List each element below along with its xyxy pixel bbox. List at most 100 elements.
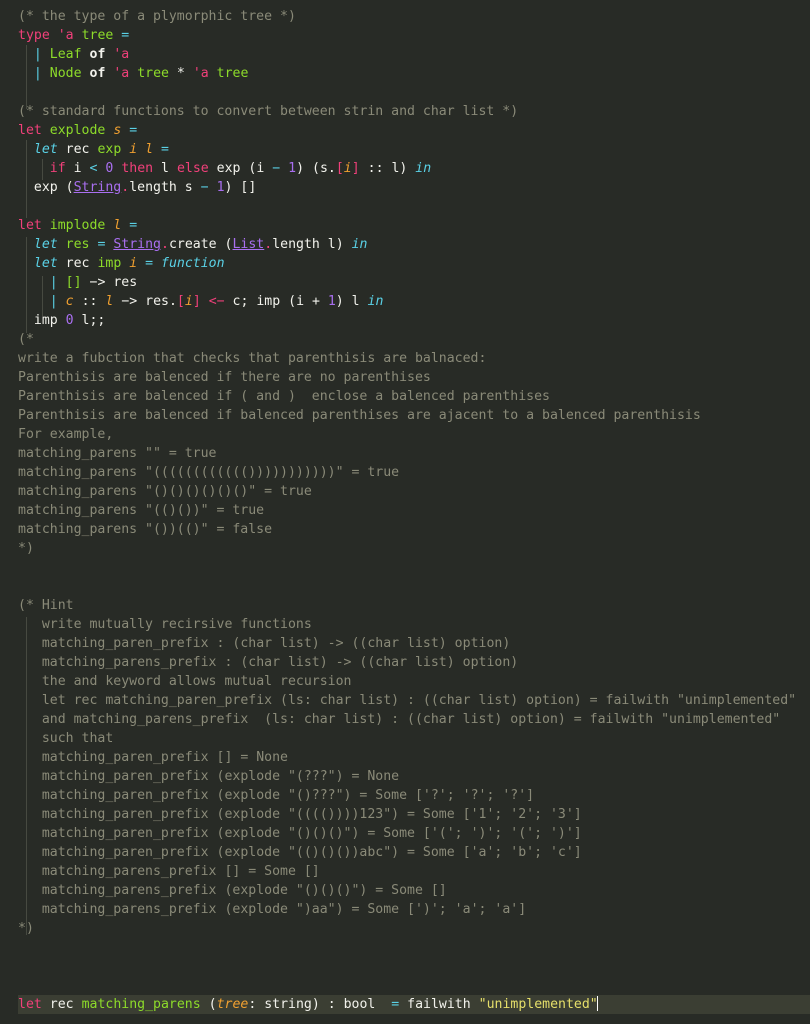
operator-minus: − xyxy=(272,161,281,176)
code-line: Parenthisis are balenced if there are no… xyxy=(0,368,810,387)
code-line: let rec exp i l = xyxy=(0,140,810,159)
expression: :: l) xyxy=(359,161,416,176)
code-line: let explode s = xyxy=(0,121,810,140)
hint-example: matching_parens_prefix [] = Some [] xyxy=(41,864,320,879)
keyword-let: let xyxy=(33,237,58,252)
keyword-then: then xyxy=(121,161,154,176)
function-name-explode: explode xyxy=(49,123,106,138)
keyword-type: type xyxy=(18,28,50,43)
expression: ) [] xyxy=(224,180,257,195)
expression: ) l xyxy=(335,294,368,309)
keyword-of: of xyxy=(89,66,106,81)
keyword-rec: rec xyxy=(49,997,74,1012)
code-line: *) xyxy=(0,539,810,558)
expression: length s xyxy=(129,180,201,195)
parameter-tree: tree xyxy=(216,997,249,1012)
comment-example: matching_parens "()()()()()()" = true xyxy=(18,484,312,499)
comment-text: write a fubction that checks that parent… xyxy=(18,351,487,366)
code-line: matching_paren_prefix (explode "(((())))… xyxy=(0,805,810,824)
keyword-let: let xyxy=(18,218,42,233)
code-line: | [] −> res xyxy=(0,273,810,292)
comment-example: matching_parens "" = true xyxy=(18,446,217,461)
code-line: such that xyxy=(0,729,810,748)
keyword-rec: rec xyxy=(65,256,90,271)
comment-example: matching_parens "())(()" = false xyxy=(18,522,273,537)
comment-text: (* the type of a plymorphic tree *) xyxy=(18,9,296,24)
code-line: (* standard functions to convert between… xyxy=(0,102,810,121)
hint-signature: matching_paren_prefix : (char list) -> (… xyxy=(41,636,511,651)
expression: length l) xyxy=(272,237,352,252)
constructor-leaf: Leaf xyxy=(49,47,82,62)
code-line: For example, xyxy=(0,425,810,444)
code-line: matching_parens_prefix (explode ")aa") =… xyxy=(0,900,810,919)
number-literal: 1 xyxy=(216,180,225,195)
type-name: tree xyxy=(137,66,169,81)
keyword-rec: rec xyxy=(65,142,90,157)
hint-example: matching_parens_prefix (explode ")aa") =… xyxy=(41,902,527,917)
code-line: let rec imp i = function xyxy=(0,254,810,273)
hint-code: let rec matching_paren_prefix (ls: char … xyxy=(41,693,797,708)
parameter: i xyxy=(129,142,138,157)
comment-open: (* xyxy=(18,332,34,347)
code-line: (* Hint xyxy=(0,596,810,615)
operator-minus: − xyxy=(200,180,209,195)
type-name: tree xyxy=(81,28,114,43)
pipe-operator: | xyxy=(33,47,42,62)
hint-example: matching_paren_prefix (explode "(()()())… xyxy=(41,845,582,860)
bracket-open: [ xyxy=(335,161,344,176)
number-literal: 1 xyxy=(288,161,297,176)
parameter: l xyxy=(113,218,122,233)
type-name: tree xyxy=(216,66,249,81)
index-variable: i xyxy=(343,161,352,176)
code-editor[interactable]: (* the type of a plymorphic tree *) type… xyxy=(0,0,810,1024)
pattern-var-c: c xyxy=(65,294,74,309)
variable: i xyxy=(73,161,82,176)
type-variable: 'a xyxy=(113,66,130,81)
code-line: imp 0 l;; xyxy=(0,311,810,330)
expression: c; imp (i + xyxy=(224,294,328,309)
keyword-of: of xyxy=(89,47,106,62)
code-line: matching_paren_prefix [] = None xyxy=(0,748,810,767)
bracket-close: ] xyxy=(192,294,201,309)
code-line: Parenthisis are balenced if ( and ) encl… xyxy=(0,387,810,406)
parameter: s xyxy=(113,123,122,138)
code-line: | c :: l −> res.[i] <− c; imp (i + 1) l … xyxy=(0,292,810,311)
dot-operator: . xyxy=(121,180,130,195)
code-line: let res = String.create (List.length l) … xyxy=(0,235,810,254)
code-line: | Node of 'a tree * 'a tree xyxy=(0,64,810,83)
keyword-in: in xyxy=(415,161,432,176)
hint-comment-close: *) xyxy=(18,921,34,936)
hint-example: matching_paren_prefix (explode "()()()")… xyxy=(41,826,582,841)
code-line: if i < 0 then l else exp (i − 1) (s.[i] … xyxy=(0,159,810,178)
code-line: matching_paren_prefix (explode "()()()")… xyxy=(0,824,810,843)
expression: imp xyxy=(33,313,66,328)
code-line: matching_paren_prefix (explode "(???") =… xyxy=(0,767,810,786)
code-line: write mutually recirsive functions xyxy=(0,615,810,634)
paren-open: ( xyxy=(208,997,217,1012)
current-code-line[interactable]: let rec matching_parens (tree: string) :… xyxy=(0,995,810,1014)
failwith-call: failwith xyxy=(399,997,479,1012)
operator-equals: = xyxy=(161,142,169,157)
operator-equals: = xyxy=(97,237,106,252)
keyword-let: let xyxy=(18,997,42,1012)
code-line: matching_parens "(()())" = true xyxy=(0,501,810,520)
number-literal: 0 xyxy=(65,313,74,328)
code-line: and matching_parens_prefix (ls: char lis… xyxy=(0,710,810,729)
operator-equals: = xyxy=(121,28,130,43)
code-line: (* xyxy=(0,330,810,349)
comment-example: matching_parens "(((((((((((()))))))))))… xyxy=(18,465,400,480)
number-literal: 0 xyxy=(105,161,114,176)
parameter: i xyxy=(129,256,138,271)
function-name-matching-parens: matching_parens xyxy=(81,997,201,1012)
code-line: matching_parens_prefix (explode "()()()"… xyxy=(0,881,810,900)
binding-res: res xyxy=(65,237,90,252)
keyword-in: in xyxy=(367,294,384,309)
code-line: | Leaf of 'a xyxy=(0,45,810,64)
expression: −> res. xyxy=(121,294,177,309)
comment-example: matching_parens "(()())" = true xyxy=(18,503,265,518)
hint-example: matching_parens_prefix (explode "()()()"… xyxy=(41,883,447,898)
dot-operator: . xyxy=(264,237,273,252)
